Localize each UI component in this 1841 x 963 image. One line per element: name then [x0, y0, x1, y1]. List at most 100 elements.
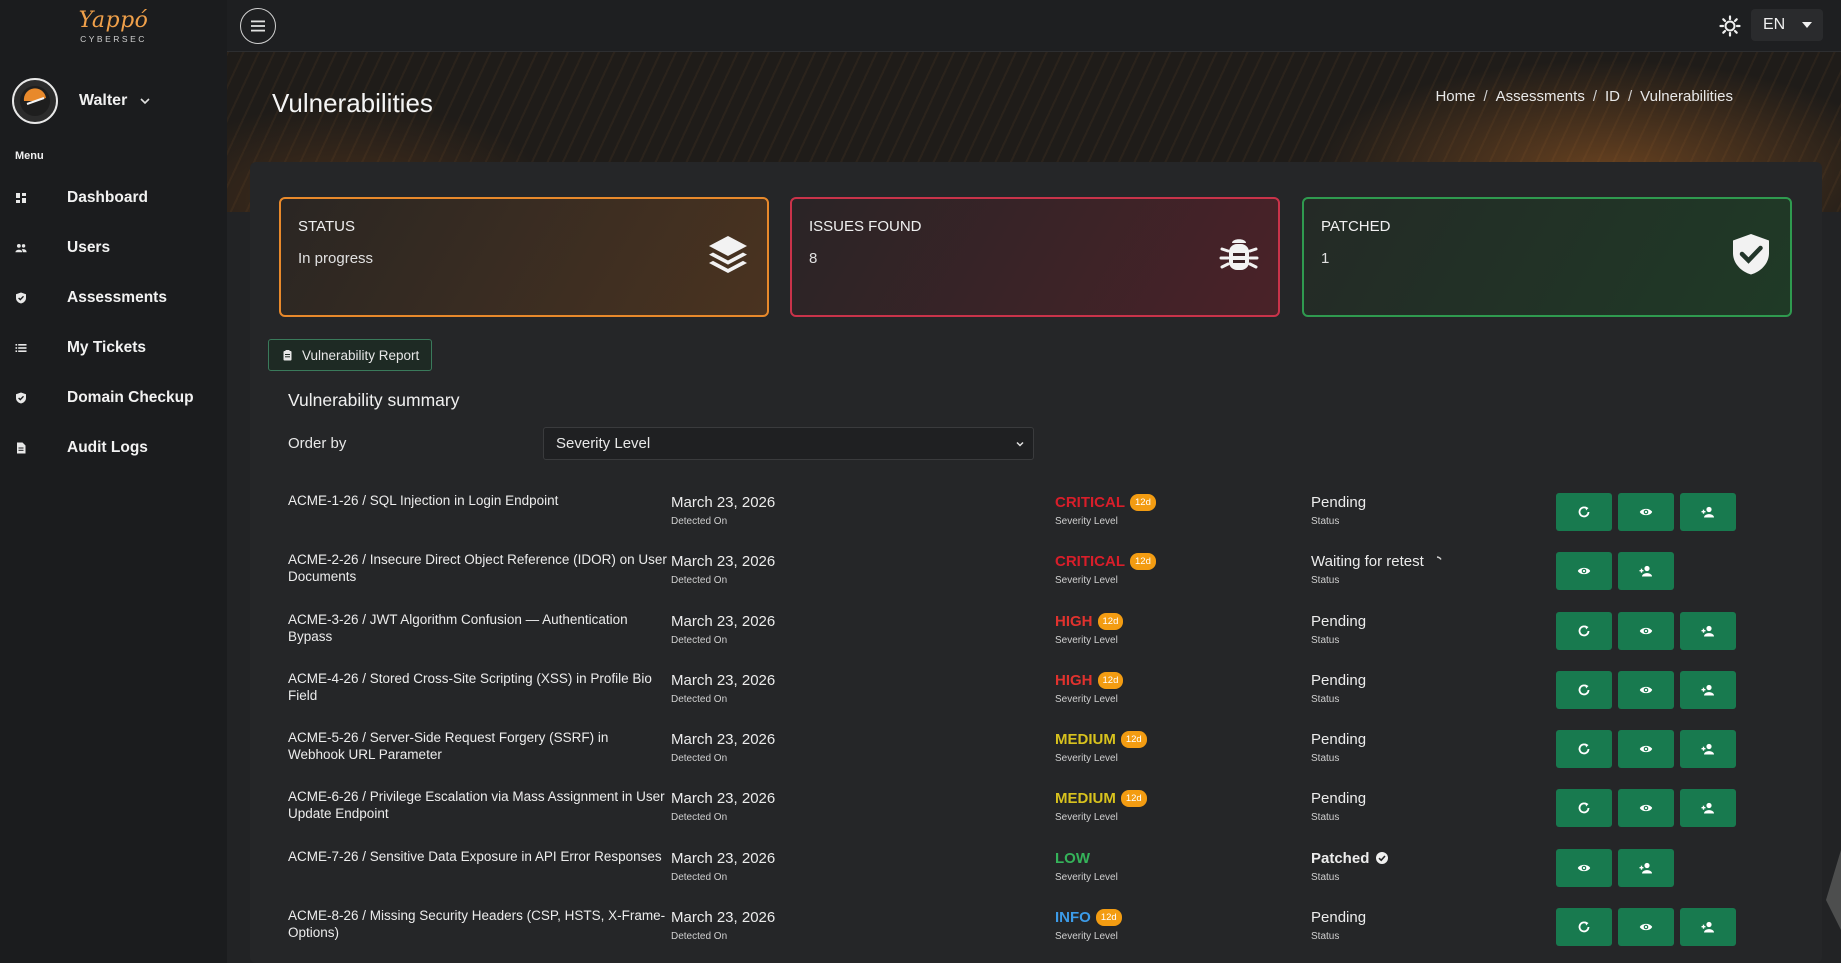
vulnerability-title[interactable]: ACME-5-26 / Server-Side Request Forgery … — [288, 729, 668, 763]
assign-user-button[interactable] — [1680, 493, 1736, 531]
severity-level-label: Severity Level — [1055, 634, 1118, 646]
view-button[interactable] — [1618, 908, 1674, 947]
assign-user-button[interactable] — [1680, 670, 1736, 709]
breadcrumb-id[interactable]: ID — [1605, 88, 1620, 105]
sidebar-item-label: Dashboard — [67, 189, 148, 206]
theme-toggle-button[interactable] — [1719, 15, 1741, 37]
detected-on-label: Detected On — [671, 693, 728, 705]
refresh-icon — [1578, 921, 1590, 933]
user-plus-icon — [1701, 921, 1714, 933]
age-badge: 12d — [1097, 671, 1124, 689]
brand-logo[interactable]: Yappó CYBERSEC — [0, 8, 227, 44]
view-button[interactable] — [1618, 789, 1674, 828]
assign-user-button[interactable] — [1680, 908, 1736, 947]
sidebar-item-label: Domain Checkup — [67, 389, 194, 406]
vulnerability-title[interactable]: ACME-3-26 / JWT Algorithm Confusion — Au… — [288, 611, 668, 645]
age-badge: 12d — [1120, 731, 1147, 749]
assign-user-button[interactable] — [1680, 730, 1736, 769]
vulnerability-title[interactable]: ACME-1-26 / SQL Injection in Login Endpo… — [288, 492, 668, 509]
detected-date: March 23, 2026 — [671, 909, 776, 927]
vulnerability-report-button[interactable]: Vulnerability Report — [268, 339, 432, 371]
vulnerability-title[interactable]: ACME-7-26 / Sensitive Data Exposure in A… — [288, 848, 668, 865]
status-label: Status — [1311, 812, 1340, 824]
assign-user-button[interactable] — [1680, 789, 1736, 828]
detected-on-label: Detected On — [671, 812, 728, 824]
status-value: Pending — [1311, 790, 1366, 807]
spinner-icon — [1430, 555, 1444, 569]
brand-tagline: CYBERSEC — [80, 34, 147, 44]
user-plus-icon — [1639, 566, 1652, 577]
avatar — [12, 78, 58, 124]
breadcrumb-assessments[interactable]: Assessments — [1496, 88, 1585, 105]
sidebar-item-users[interactable]: Users — [0, 223, 227, 273]
severity-level: CRITICAL 12d — [1055, 494, 1156, 511]
eye-icon — [1577, 864, 1591, 871]
vulnerability-row: ACME-8-26 / Missing Security Headers (CS… — [288, 897, 1748, 956]
sidebar-item-label: Users — [67, 239, 111, 256]
retest-button[interactable] — [1556, 908, 1612, 947]
severity-level-label: Severity Level — [1055, 516, 1118, 527]
vulnerability-row: ACME-5-26 / Server-Side Request Forgery … — [288, 719, 1748, 778]
check-circle-icon — [1375, 851, 1389, 865]
caret-down-icon — [1802, 22, 1812, 28]
retest-button[interactable] — [1556, 730, 1612, 769]
age-badge: 12d — [1095, 909, 1122, 927]
view-button[interactable] — [1556, 552, 1612, 591]
menu-toggle-button[interactable] — [240, 8, 276, 44]
view-button[interactable] — [1618, 493, 1674, 531]
sidebar-item-assessments[interactable]: Assessments — [0, 273, 227, 323]
retest-button[interactable] — [1556, 670, 1612, 709]
assign-user-button[interactable] — [1618, 848, 1674, 887]
view-button[interactable] — [1618, 611, 1674, 650]
chevron-down-icon[interactable] — [139, 95, 151, 107]
retest-button[interactable] — [1556, 611, 1612, 650]
status-label: Status — [1311, 871, 1340, 883]
status-text: Pending — [1311, 612, 1367, 630]
assign-user-button[interactable] — [1680, 611, 1736, 650]
layers-icon — [705, 231, 751, 277]
refresh-icon — [1578, 743, 1590, 755]
detected-on-label: Detected On — [671, 516, 728, 527]
breadcrumb-home[interactable]: Home — [1435, 88, 1475, 105]
view-button[interactable] — [1556, 848, 1612, 887]
language-select[interactable]: EN — [1751, 9, 1823, 41]
background-decoration — [1826, 850, 1841, 930]
vulnerability-title[interactable]: ACME-2-26 / Insecure Direct Object Refer… — [288, 551, 668, 585]
order-by-select[interactable]: Severity Level — [543, 427, 1034, 460]
severity-text: HIGH — [1055, 671, 1093, 689]
view-button[interactable] — [1618, 730, 1674, 769]
detected-on-label: Detected On — [671, 871, 728, 883]
assign-user-button[interactable] — [1618, 552, 1674, 591]
detected-date: March 23, 2026 — [671, 731, 776, 749]
view-button[interactable] — [1618, 670, 1674, 709]
user-plus-icon — [1701, 625, 1714, 637]
chevron-down-icon — [1015, 439, 1025, 449]
status-value: Pending — [1311, 494, 1366, 511]
vulnerability-list: ACME-1-26 / SQL Injection in Login Endpo… — [288, 482, 1748, 956]
severity-text: INFO — [1055, 909, 1091, 927]
severity-level-label: Severity Level — [1055, 693, 1118, 705]
vulnerability-title[interactable]: ACME-8-26 / Missing Security Headers (CS… — [288, 907, 668, 941]
order-by-label: Order by — [288, 435, 347, 452]
stat-value: 8 — [809, 250, 818, 267]
report-button-label: Vulnerability Report — [302, 347, 420, 363]
severity-text: HIGH — [1055, 612, 1093, 630]
refresh-icon — [1578, 506, 1590, 518]
retest-button[interactable] — [1556, 789, 1612, 828]
eye-icon — [1639, 805, 1653, 812]
vulnerability-title[interactable]: ACME-6-26 / Privilege Escalation via Mas… — [288, 788, 668, 822]
user-menu[interactable]: Walter — [12, 78, 151, 124]
detected-date: March 23, 2026 — [671, 849, 776, 867]
age-badge: 12d — [1120, 790, 1147, 808]
sidebar-item-domain-checkup[interactable]: Domain Checkup — [0, 373, 227, 423]
retest-button[interactable] — [1556, 493, 1612, 531]
user-name: Walter — [79, 92, 128, 109]
sidebar-item-dashboard[interactable]: Dashboard — [0, 173, 227, 223]
status-text: Patched — [1311, 849, 1370, 867]
status-value: Pending — [1311, 613, 1366, 630]
sidebar-item-audit-logs[interactable]: Audit Logs — [0, 423, 227, 473]
bug-icon — [1216, 231, 1262, 277]
user-plus-icon — [1701, 744, 1714, 755]
sidebar-item-my-tickets[interactable]: My Tickets — [0, 323, 227, 373]
vulnerability-title[interactable]: ACME-4-26 / Stored Cross-Site Scripting … — [288, 670, 668, 704]
